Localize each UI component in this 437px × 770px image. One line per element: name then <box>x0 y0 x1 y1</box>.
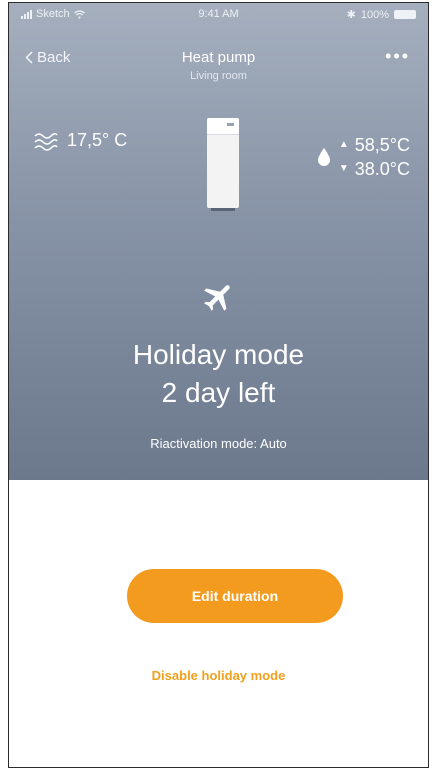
battery-icon <box>394 10 416 19</box>
more-options-icon[interactable]: ••• <box>385 47 410 65</box>
outdoor-temp-value: 17,5° C <box>67 130 128 150</box>
battery-percent: 100% <box>360 8 389 21</box>
bluetooth-icon: ✱ <box>346 9 356 21</box>
page-title: Heat pump <box>181 49 256 66</box>
hero-panel: Sketch 9:41 AM ✱ 100% Back Heat pump Liv… <box>9 3 428 480</box>
battery-info: ✱ 100% <box>347 8 416 21</box>
arrow-up-icon: ▲ <box>338 139 349 150</box>
arrow-down-icon: ▼ <box>338 163 349 174</box>
reactivation-mode: Riactivation mode: Auto <box>150 436 287 451</box>
water-temp-low-row: ▼ 38.0°C <box>339 157 410 181</box>
airplane-icon <box>203 285 230 311</box>
status-bar: Sketch 9:41 AM ✱ 100% <box>9 3 428 25</box>
outdoor-temperature: 17,5° C <box>33 130 127 151</box>
holiday-days-left: 2 day left <box>161 377 276 408</box>
water-temp-high: 58,5°C <box>354 135 410 155</box>
edit-duration-button[interactable]: Edit duration <box>127 569 343 623</box>
disable-holiday-link[interactable]: Disable holiday mode <box>9 668 428 683</box>
heat-pump-unit-icon <box>207 118 239 211</box>
water-drop-icon <box>317 148 330 166</box>
water-temperature: ▲ 58,5°C ▼ 38.0°C <box>317 133 410 181</box>
phone-frame: Sketch 9:41 AM ✱ 100% Back Heat pump Liv… <box>8 2 429 768</box>
holiday-mode-title: Holiday mode <box>132 339 305 370</box>
wind-waves-icon <box>34 132 58 151</box>
navigation-bar: Back Heat pump Living room ••• <box>9 43 428 93</box>
water-temp-high-row: ▲ 58,5°C <box>339 133 410 157</box>
mode-icon-wrap <box>9 279 428 315</box>
water-temp-low: 38.0°C <box>354 159 410 179</box>
page-subtitle: Living room <box>190 70 247 82</box>
